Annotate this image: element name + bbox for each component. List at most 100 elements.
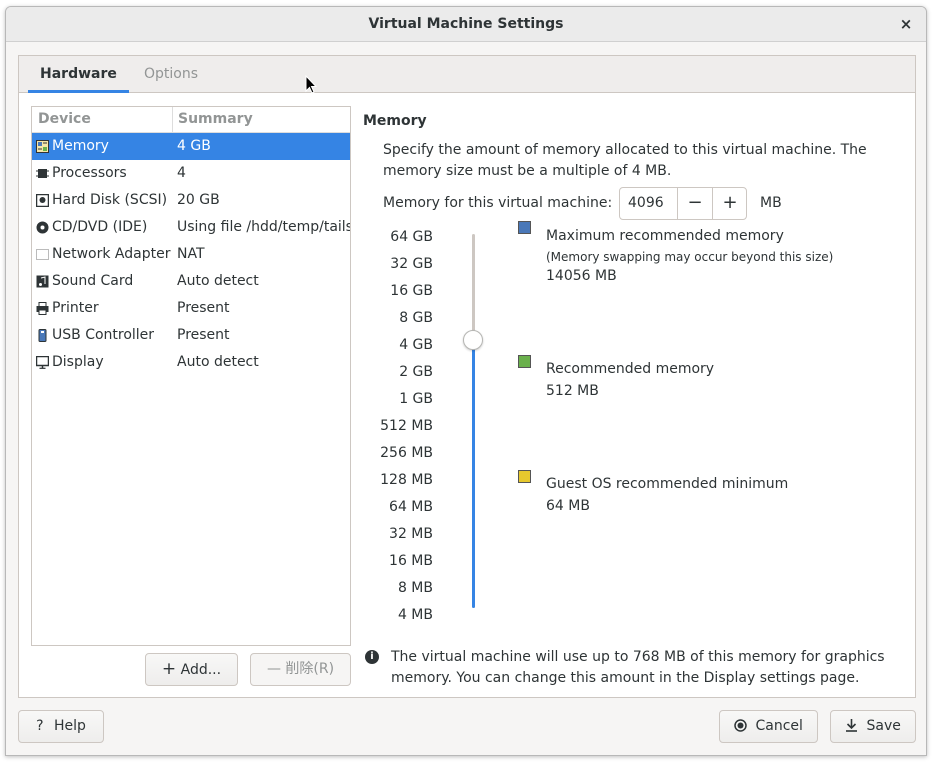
guest-minimum-value: 64 MB bbox=[546, 498, 590, 514]
remove-button-label: 削除(R) bbox=[285, 661, 335, 677]
recommended-value: 512 MB bbox=[546, 383, 599, 399]
memory-description: Specify the amount of memory allocated t… bbox=[383, 142, 867, 179]
mouse-cursor-icon bbox=[305, 75, 317, 94]
tab-bar: Hardware Options bbox=[19, 56, 915, 93]
device-name: Memory bbox=[52, 138, 109, 154]
device-summary: Present bbox=[177, 300, 230, 316]
device-name: Processors bbox=[52, 165, 127, 181]
device-name: CD/DVD (IDE) bbox=[52, 219, 148, 235]
device-summary: NAT bbox=[177, 246, 205, 262]
max-recommended-note: (Memory swapping may occur beyond this s… bbox=[546, 250, 834, 264]
tab-options[interactable]: Options bbox=[132, 56, 210, 93]
max-recommended-swatch bbox=[518, 221, 531, 234]
help-button[interactable]: ? Help bbox=[18, 710, 104, 743]
max-recommended-value: 14056 MB bbox=[546, 268, 617, 284]
device-name: Printer bbox=[52, 300, 99, 316]
device-row-printer[interactable]: Printer Present bbox=[32, 295, 350, 322]
memory-slider-fill bbox=[472, 338, 475, 608]
cancel-button-label: Cancel bbox=[755, 718, 803, 734]
scale-label: 16 MB bbox=[389, 553, 433, 569]
device-row-sound-card[interactable]: Sound Card Auto detect bbox=[32, 268, 350, 295]
device-row-usb-controller[interactable]: USB Controller Present bbox=[32, 322, 350, 349]
printer-icon bbox=[36, 302, 49, 315]
window-title: Virtual Machine Settings bbox=[368, 16, 564, 32]
save-button[interactable]: Save bbox=[830, 710, 916, 743]
hard-disk-icon bbox=[36, 194, 49, 207]
save-button-label: Save bbox=[866, 718, 901, 734]
title-bar: Virtual Machine Settings × bbox=[6, 7, 926, 42]
device-name: Network Adapter bbox=[52, 246, 171, 262]
add-button-label: Add... bbox=[180, 662, 222, 678]
memory-value-input[interactable]: 4096 bbox=[628, 195, 664, 211]
network-adapter-icon bbox=[36, 249, 49, 260]
usb-controller-icon bbox=[38, 329, 47, 342]
device-row-network-adapter[interactable]: Network Adapter NAT bbox=[32, 241, 350, 268]
device-name: Sound Card bbox=[52, 273, 134, 289]
device-name: Hard Disk (SCSI) bbox=[52, 192, 168, 208]
column-header-summary[interactable]: Summary bbox=[178, 111, 253, 127]
decrease-memory-button[interactable]: − bbox=[677, 188, 712, 219]
memory-section-title: Memory bbox=[363, 113, 427, 129]
cancel-icon bbox=[734, 719, 747, 732]
list-header: Device Summary bbox=[32, 107, 350, 133]
device-summary: Auto detect bbox=[177, 354, 259, 370]
processor-icon bbox=[36, 169, 49, 178]
device-name: Display bbox=[52, 354, 104, 370]
max-recommended-title: Maximum recommended memory bbox=[546, 228, 784, 244]
cancel-button[interactable]: Cancel bbox=[719, 710, 818, 743]
memory-spinbutton[interactable]: 4096 − + bbox=[619, 187, 747, 220]
scale-label: 256 MB bbox=[380, 445, 433, 461]
scale-label: 8 MB bbox=[397, 580, 433, 596]
device-summary: 4 bbox=[177, 165, 186, 181]
plus-icon: + bbox=[722, 192, 738, 213]
scale-label: 4 MB bbox=[397, 607, 433, 623]
scale-label: 32 MB bbox=[389, 526, 433, 542]
settings-notebook: Hardware Options Device Summary Memory 4… bbox=[18, 55, 916, 698]
device-row-display[interactable]: Display Auto detect bbox=[32, 349, 350, 376]
scale-label: 4 GB bbox=[399, 337, 433, 353]
guest-minimum-swatch bbox=[518, 470, 531, 483]
close-button[interactable]: × bbox=[896, 7, 916, 41]
column-header-device[interactable]: Device bbox=[38, 111, 91, 127]
scale-label: 64 MB bbox=[389, 499, 433, 515]
device-row-cd-dvd[interactable]: CD/DVD (IDE) Using file /hdd/temp/tails bbox=[32, 214, 350, 241]
download-icon bbox=[846, 719, 858, 732]
settings-window: Virtual Machine Settings × Hardware Opti… bbox=[5, 6, 927, 756]
memory-icon bbox=[36, 140, 49, 153]
device-row-processors[interactable]: Processors 4 bbox=[32, 160, 350, 187]
device-summary: Auto detect bbox=[177, 273, 259, 289]
device-list[interactable]: Device Summary Memory 4 GB Processors 4 … bbox=[31, 106, 351, 646]
column-separator bbox=[172, 107, 173, 133]
recommended-swatch bbox=[518, 355, 531, 368]
scale-label: 32 GB bbox=[390, 256, 433, 272]
increase-memory-button[interactable]: + bbox=[712, 188, 746, 219]
device-name: USB Controller bbox=[52, 327, 155, 343]
sound-card-icon bbox=[36, 275, 49, 288]
device-row-memory[interactable]: Memory 4 GB bbox=[32, 133, 350, 160]
scale-label: 64 GB bbox=[390, 229, 433, 245]
minus-icon: − bbox=[687, 192, 703, 213]
device-summary: Using file /hdd/temp/tails bbox=[177, 219, 351, 235]
tab-hardware[interactable]: Hardware bbox=[28, 56, 129, 93]
guest-minimum-title: Guest OS recommended minimum bbox=[546, 476, 789, 492]
device-row-hard-disk[interactable]: Hard Disk (SCSI) 20 GB bbox=[32, 187, 350, 214]
remove-button[interactable]: — 削除(R) bbox=[250, 653, 351, 686]
scale-label: 8 GB bbox=[399, 310, 433, 326]
memory-unit-label: MB bbox=[760, 195, 782, 211]
recommended-title: Recommended memory bbox=[546, 361, 715, 377]
scale-label: 128 MB bbox=[380, 472, 433, 488]
scale-label: 512 MB bbox=[380, 418, 433, 434]
cd-dvd-icon bbox=[36, 221, 49, 234]
graphics-memory-info: The virtual machine will use up to 768 M… bbox=[391, 649, 885, 686]
add-button[interactable]: + Add... bbox=[145, 653, 238, 686]
device-summary: Present bbox=[177, 327, 230, 343]
info-icon: i bbox=[365, 650, 379, 664]
device-summary: 20 GB bbox=[177, 192, 220, 208]
memory-field-label: Memory for this virtual machine: bbox=[383, 195, 613, 211]
close-icon: × bbox=[899, 15, 913, 33]
memory-slider-handle[interactable] bbox=[463, 330, 483, 350]
help-icon: ? bbox=[36, 718, 44, 734]
display-icon bbox=[36, 356, 49, 369]
help-button-label: Help bbox=[53, 718, 86, 734]
minus-icon: — bbox=[266, 661, 281, 677]
